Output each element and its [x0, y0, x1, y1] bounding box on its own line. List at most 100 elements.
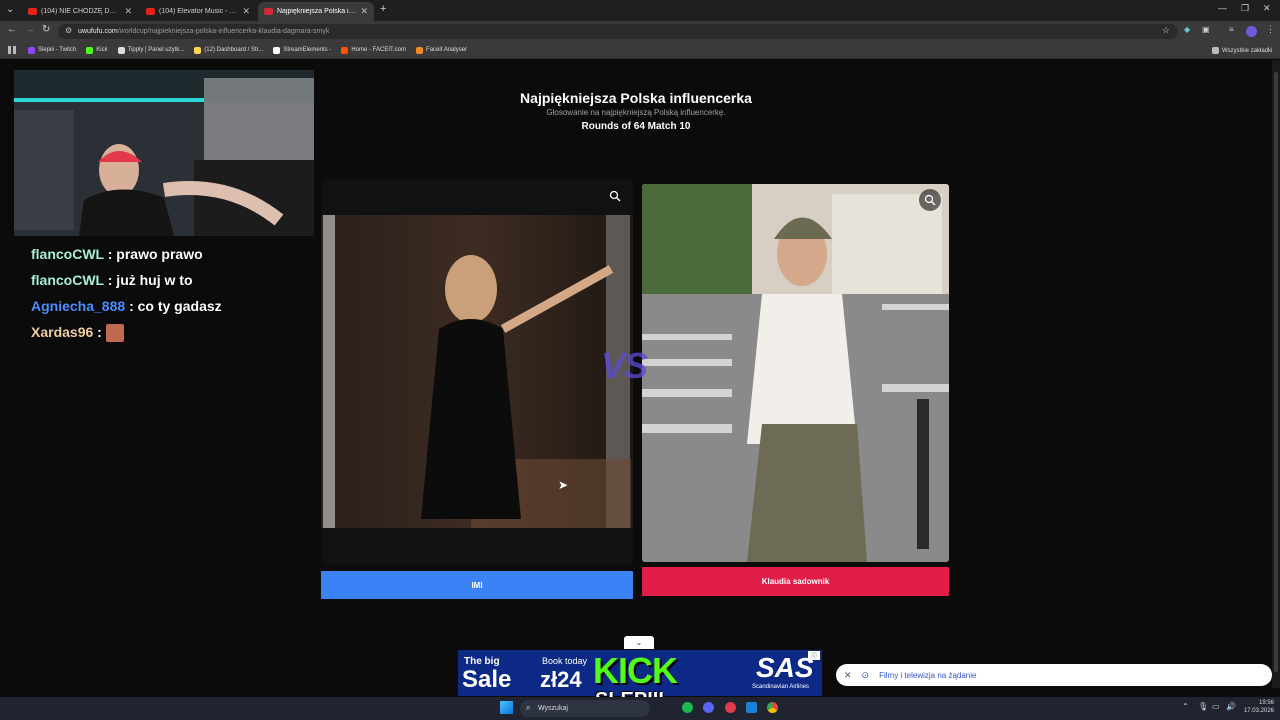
apps-grid-icon[interactable] — [8, 46, 16, 54]
bookmark-label: (12) Dashboard / Str... — [204, 47, 264, 53]
ad-info-icon[interactable]: ⓘ — [808, 651, 820, 660]
bookmark-star-icon[interactable]: ☆ — [1162, 25, 1170, 36]
search-icon: ⌕ — [526, 703, 531, 712]
chat-message: Agniecha_888 : co ty gadasz — [31, 298, 222, 314]
close-window-button[interactable]: ✕ — [1263, 3, 1271, 14]
dashboard-icon — [194, 46, 202, 54]
folder-icon — [1212, 47, 1219, 54]
taskbar-search[interactable]: ⌕ Wyszukaj — [520, 700, 650, 717]
steam-icon[interactable] — [746, 702, 757, 713]
tab-0[interactable]: (104) NIE CHODZĘ DO SZKOŁY ✕ — [22, 2, 138, 21]
uwufufu-icon — [264, 8, 273, 15]
clock-time: 19:56 — [1258, 700, 1274, 706]
tab-label: (104) NIE CHODZĘ DO SZKOŁY — [41, 8, 120, 15]
extension-icon[interactable]: ◆ — [1184, 25, 1190, 34]
taskbar-search-label: Wyszukaj — [538, 705, 568, 712]
microphone-icon[interactable]: 🎙 — [1198, 702, 1208, 711]
left-candidate-image — [321, 215, 633, 528]
chat-message: flancoCWL : już huj w to — [31, 272, 193, 288]
bookmark-dashboard[interactable]: (12) Dashboard / Str... — [194, 46, 264, 54]
chat-emote-icon — [105, 324, 124, 343]
media-icon[interactable]: ≡ — [1229, 25, 1234, 34]
network-icon[interactable]: ▭ — [1212, 702, 1220, 711]
windows-start-icon[interactable] — [500, 701, 513, 714]
right-zoom-button[interactable] — [919, 189, 941, 211]
close-icon[interactable]: ✕ — [844, 670, 852, 681]
tab-2[interactable]: Najpiękniejsza Polska influencer ✕ — [258, 2, 374, 21]
streamer-webcam — [14, 70, 314, 236]
close-tab-icon[interactable]: ✕ — [124, 6, 132, 17]
app-icon[interactable] — [725, 702, 736, 713]
all-bookmarks-button[interactable]: Wszystkie zakładki — [1212, 47, 1272, 54]
tab-search-icon[interactable]: ⌄ — [6, 4, 14, 15]
play-icon: ⊙ — [861, 669, 870, 680]
notification-bar[interactable]: ✕ ⊙ Filmy i telewizja na żądanie — [836, 664, 1272, 686]
bookmark-label: StreamElements - — [283, 47, 332, 53]
address-bar[interactable]: ⚙ uwufufu.com/worldcup/najpiekniejsza-po… — [58, 24, 1178, 39]
bookmark-faceit-analyser[interactable]: Faceit Analyser — [416, 46, 467, 54]
bookmark-twitch[interactable]: Slepiii - Twitch — [28, 46, 77, 54]
bookmark-kick[interactable]: Kick — [86, 46, 108, 54]
ad-line2: Sale — [462, 666, 512, 693]
chat-username: Xardas96 — [31, 324, 94, 340]
kick-icon — [86, 46, 94, 54]
chat-text: : — [97, 324, 102, 340]
chat-message: Xardas96 : — [31, 324, 124, 343]
all-bookmarks-label: Wszystkie zakładki — [1222, 47, 1273, 54]
bookmark-streamelements[interactable]: StreamElements - — [273, 46, 332, 54]
minimize-button[interactable]: — — [1218, 3, 1227, 13]
new-tab-button[interactable]: + — [380, 3, 386, 15]
tray-chevron-icon[interactable]: ⌃ — [1182, 702, 1189, 711]
profile-avatar[interactable] — [1246, 26, 1257, 37]
discord-icon[interactable] — [703, 702, 714, 713]
round-label: Rounds of 64 Match 10 — [581, 121, 691, 132]
url-path: /worldcup/najpiekniejsza-polska-influenc… — [117, 28, 330, 35]
left-candidate-card[interactable] — [321, 179, 633, 565]
chat-username: flancoCWL — [31, 246, 104, 262]
chat-text: : prawo prawo — [107, 246, 203, 262]
tab-1[interactable]: (104) Elevator Music - Gam ✕ — [140, 2, 256, 21]
bookmarks-bar: Slepiii - Twitch Kick Tipply | Panel uży… — [0, 42, 1280, 59]
notification-text: Filmy i telewizja na żądanie — [879, 670, 977, 680]
tipply-icon — [117, 46, 125, 54]
browser-menu-icon[interactable]: ⋮ — [1266, 24, 1275, 35]
chrome-icon[interactable] — [767, 702, 778, 713]
bookmark-tipply[interactable]: Tipply | Panel użytk... — [117, 46, 185, 54]
tab-label: (104) Elevator Music - Gam — [159, 8, 239, 15]
reload-icon[interactable]: ↻ — [42, 24, 50, 35]
chat-text: : co ty gadasz — [129, 298, 222, 314]
chat-username: Agniecha_888 — [31, 298, 126, 314]
close-tab-icon[interactable]: ✕ — [242, 6, 250, 17]
zoom-icon — [924, 194, 936, 206]
forward-icon[interactable]: → — [25, 24, 35, 35]
volume-icon[interactable]: 🔊 — [1226, 702, 1236, 711]
mouse-cursor: ➤ — [558, 478, 569, 492]
right-candidate-image — [642, 184, 949, 562]
chat-username: flancoCWL — [31, 272, 104, 288]
site-info-icon[interactable]: ⚙ — [65, 26, 72, 35]
twitch-icon — [28, 46, 35, 54]
bookmark-label: Slepiii - Twitch — [38, 47, 77, 53]
clock[interactable]: 19:56 17.03.2026 — [1240, 699, 1274, 715]
bookmark-label: Kick — [96, 47, 108, 53]
ad-collapse-chevron-icon[interactable]: ⌄ — [624, 636, 654, 649]
maximize-button[interactable]: ❐ — [1241, 3, 1249, 14]
zoom-icon — [609, 190, 621, 202]
right-candidate-card[interactable] — [642, 184, 949, 562]
vote-left-button[interactable]: IMI — [321, 571, 633, 599]
bookmark-label: Tipply | Panel użytk... — [127, 47, 185, 53]
close-tab-icon[interactable]: ✕ — [360, 6, 368, 17]
ad-price: zł24 — [540, 667, 582, 692]
back-icon[interactable]: ← — [7, 24, 17, 35]
extensions-puzzle-icon[interactable]: ▣ — [1202, 25, 1210, 34]
ad-brand-logo: SAS — [756, 652, 814, 683]
vote-right-button[interactable]: Klaudia sadownik — [642, 567, 949, 596]
chat-text: : już huj w to — [107, 272, 193, 288]
tab-label: Najpiękniejsza Polska influencer — [277, 8, 356, 15]
faceit-icon — [341, 46, 349, 54]
bookmark-faceit[interactable]: Home - FACEIT.com — [341, 46, 406, 54]
spotify-icon[interactable] — [682, 702, 693, 713]
streamelements-icon — [273, 46, 281, 54]
scrollbar-thumb[interactable] — [1274, 72, 1278, 672]
left-zoom-button[interactable] — [604, 185, 626, 207]
